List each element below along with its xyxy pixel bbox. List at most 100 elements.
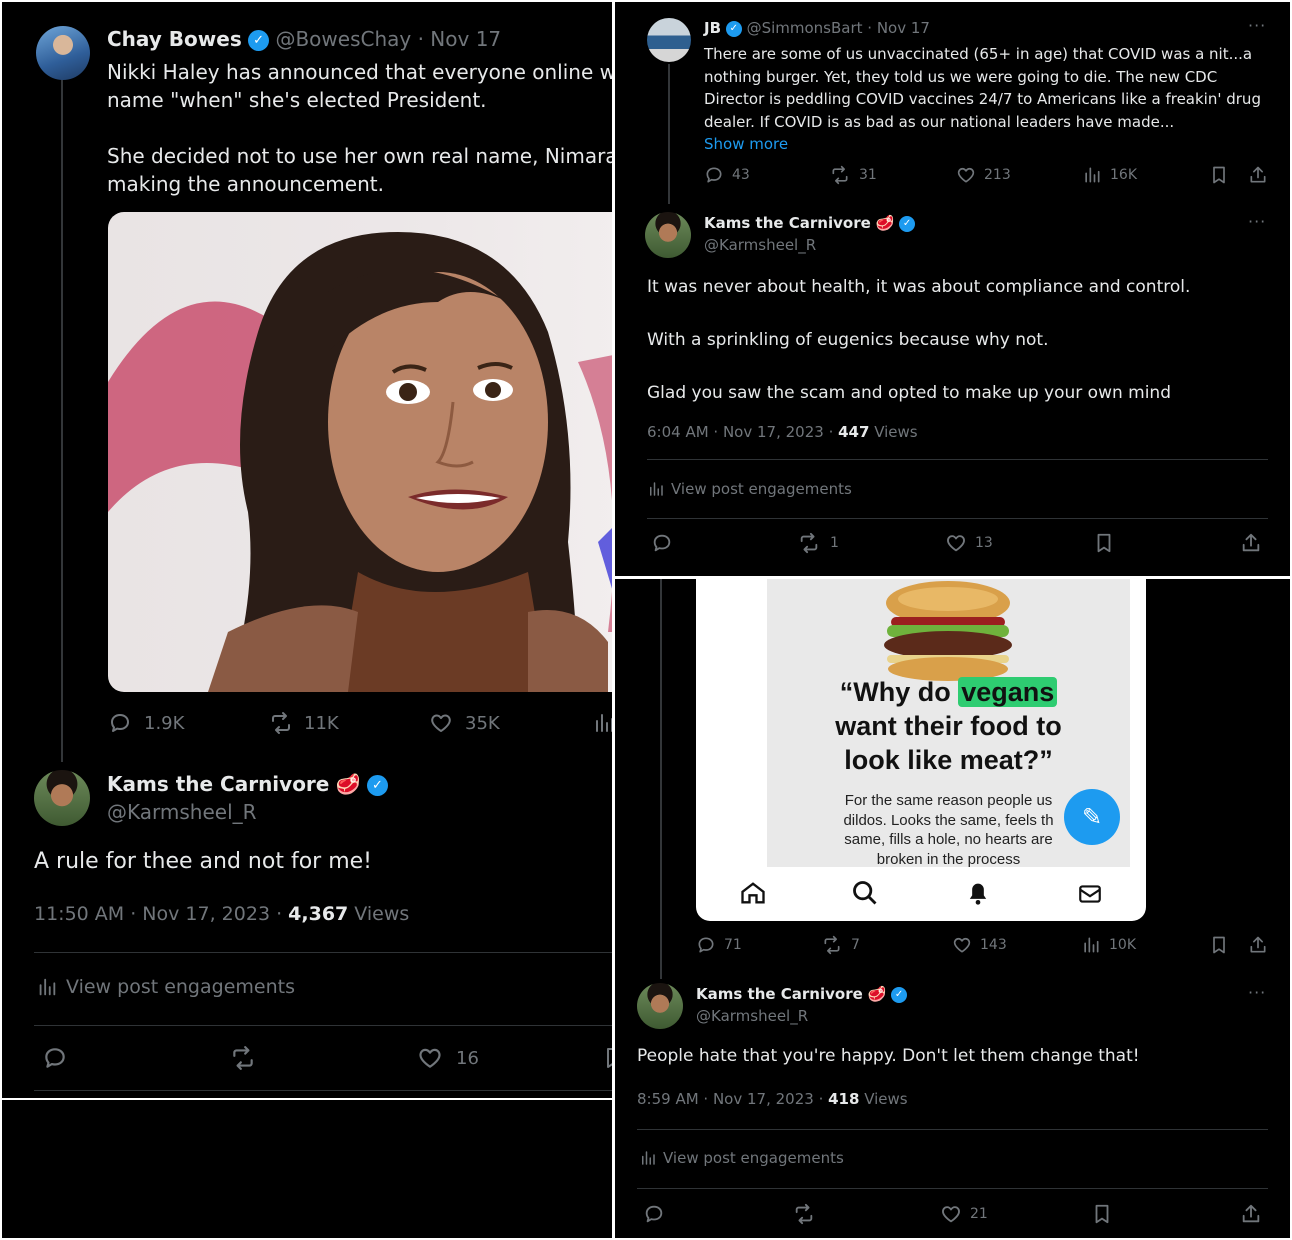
divider bbox=[637, 1129, 1268, 1130]
author-name[interactable]: Kams the Carnivore bbox=[696, 985, 863, 1003]
bookmark-action[interactable] bbox=[1209, 935, 1229, 955]
repost-action[interactable] bbox=[791, 1203, 817, 1225]
like-count: 21 bbox=[970, 1206, 988, 1222]
tweet-photo[interactable] bbox=[108, 212, 612, 692]
author-handle[interactable]: @Karmsheel_R bbox=[696, 1007, 808, 1025]
meme-headline: “Why do vegans want their food to look l… bbox=[767, 675, 1130, 777]
reply-paragraph: Glad you saw the scam and opted to make … bbox=[647, 383, 1171, 403]
author-name[interactable]: Chay Bowes bbox=[107, 27, 242, 51]
home-icon[interactable] bbox=[738, 879, 768, 907]
reply-icon bbox=[651, 532, 673, 554]
share-action[interactable] bbox=[1240, 1203, 1262, 1225]
like-action[interactable]: 143 bbox=[952, 935, 1007, 955]
reply-action[interactable]: 43 bbox=[704, 165, 750, 185]
author-handle[interactable]: @Karmsheel_R bbox=[107, 800, 257, 824]
tweet-date[interactable]: · Nov 17 bbox=[418, 27, 502, 51]
bookmark-action[interactable] bbox=[602, 1045, 612, 1071]
views-bar-icon bbox=[592, 711, 612, 735]
timestamp-text[interactable]: 6:04 AM · Nov 17, 2023 · bbox=[647, 423, 838, 441]
thread-line bbox=[660, 579, 662, 979]
like-action[interactable]: 213 bbox=[956, 165, 1011, 185]
share-icon bbox=[1248, 165, 1268, 185]
tweet-text: There are some of us unvaccinated (65+ i… bbox=[704, 43, 1261, 156]
reply-action[interactable] bbox=[42, 1045, 68, 1071]
more-icon[interactable]: ··· bbox=[1248, 983, 1266, 1002]
avatar-kams[interactable] bbox=[645, 212, 691, 258]
avatar-kams[interactable] bbox=[34, 770, 90, 826]
verified-badge-icon: ✓ bbox=[899, 215, 916, 232]
more-icon[interactable]: ··· bbox=[1248, 16, 1266, 35]
reply-header: Kams the Carnivore 🥩 ✓ bbox=[696, 985, 908, 1003]
mail-icon[interactable] bbox=[1076, 881, 1104, 907]
repost-action[interactable]: 31 bbox=[829, 165, 877, 185]
verified-badge-icon: ✓ bbox=[367, 775, 388, 796]
reply-action[interactable]: 1.9K bbox=[108, 711, 184, 735]
like-action[interactable]: 21 bbox=[940, 1203, 988, 1225]
views-action[interactable]: 16K bbox=[1082, 165, 1137, 185]
author-name[interactable]: JB bbox=[704, 19, 721, 37]
divider bbox=[647, 459, 1268, 460]
avatar-jb[interactable] bbox=[647, 18, 691, 62]
bookmark-icon bbox=[1093, 532, 1115, 554]
author-name[interactable]: Kams the Carnivore bbox=[704, 214, 871, 232]
author-handle[interactable]: @Karmsheel_R bbox=[704, 236, 816, 254]
steak-emoji-icon: 🥩 bbox=[867, 985, 887, 1003]
reply-action[interactable] bbox=[643, 1203, 665, 1225]
reply-icon bbox=[643, 1203, 665, 1225]
timestamp-text[interactable]: 8:59 AM · Nov 17, 2023 · bbox=[637, 1090, 828, 1108]
views-action[interactable]: 10K bbox=[1081, 935, 1136, 955]
views-bar-icon bbox=[647, 480, 665, 498]
reply-text: It was never about health, it was about … bbox=[647, 274, 1190, 407]
author-handle[interactable]: @SimmonsBart · Nov 17 bbox=[747, 19, 930, 37]
bookmark-action[interactable] bbox=[1209, 165, 1229, 185]
show-more-link[interactable]: Show more bbox=[704, 133, 1261, 156]
share-action[interactable] bbox=[1240, 532, 1262, 554]
engagements-label: View post engagements bbox=[671, 480, 852, 498]
left-panel: Chay Bowes ✓ @BowesChay · Nov 17 Nikki H… bbox=[2, 2, 612, 1098]
avatar-kams[interactable] bbox=[637, 983, 683, 1029]
divider bbox=[34, 1025, 612, 1026]
tweet-text-line: nothing burger. Yet, they told us we wer… bbox=[704, 67, 1218, 86]
repost-icon bbox=[796, 532, 822, 554]
compose-button[interactable]: ✎ bbox=[1064, 789, 1120, 845]
bookmark-action[interactable] bbox=[1093, 532, 1115, 554]
view-engagements-link[interactable]: View post engagements bbox=[639, 1149, 844, 1167]
bookmark-action[interactable] bbox=[1091, 1203, 1113, 1225]
divider bbox=[34, 952, 612, 953]
bell-icon[interactable] bbox=[964, 879, 992, 907]
share-action[interactable] bbox=[1248, 935, 1268, 955]
views-count: 4,367 bbox=[288, 903, 349, 925]
like-action[interactable]: 16 bbox=[416, 1045, 479, 1071]
avatar-chay-bowes[interactable] bbox=[36, 26, 90, 80]
like-action[interactable]: 13 bbox=[945, 532, 993, 554]
views-action[interactable] bbox=[592, 711, 612, 735]
more-icon[interactable]: ··· bbox=[1248, 212, 1266, 231]
headline-line: look like meat?” bbox=[844, 745, 1053, 775]
repost-icon bbox=[821, 935, 843, 955]
search-icon[interactable] bbox=[851, 879, 879, 907]
reply-text: A rule for thee and not for me! bbox=[34, 849, 372, 874]
timestamp-text[interactable]: 11:50 AM · Nov 17, 2023 · bbox=[34, 903, 288, 925]
heart-icon bbox=[956, 165, 976, 185]
like-action[interactable]: 35K bbox=[429, 711, 500, 735]
repost-action[interactable] bbox=[228, 1045, 258, 1071]
bookmark-icon bbox=[1091, 1203, 1113, 1225]
reply-action[interactable]: 71 bbox=[696, 935, 742, 955]
view-engagements-link[interactable]: View post engagements bbox=[647, 480, 852, 498]
share-action[interactable] bbox=[1248, 165, 1268, 185]
repost-action[interactable]: 1 bbox=[796, 532, 839, 554]
views-label: Views bbox=[869, 423, 918, 441]
author-name[interactable]: Kams the Carnivore bbox=[107, 772, 329, 796]
verified-badge-icon: ✓ bbox=[248, 30, 270, 51]
reply-action[interactable] bbox=[651, 532, 673, 554]
heart-icon bbox=[429, 711, 453, 735]
thread-line bbox=[61, 62, 63, 762]
reply-count: 1.9K bbox=[144, 712, 185, 734]
view-engagements-link[interactable]: View post engagements bbox=[36, 976, 295, 998]
embedded-screenshot[interactable]: “Why do vegans want their food to look l… bbox=[696, 579, 1146, 921]
repost-action[interactable]: 11K bbox=[268, 711, 339, 735]
share-icon bbox=[1240, 1203, 1262, 1225]
views-count: 10K bbox=[1109, 937, 1136, 953]
author-handle[interactable]: @BowesChay bbox=[275, 27, 411, 51]
repost-action[interactable]: 7 bbox=[821, 935, 860, 955]
